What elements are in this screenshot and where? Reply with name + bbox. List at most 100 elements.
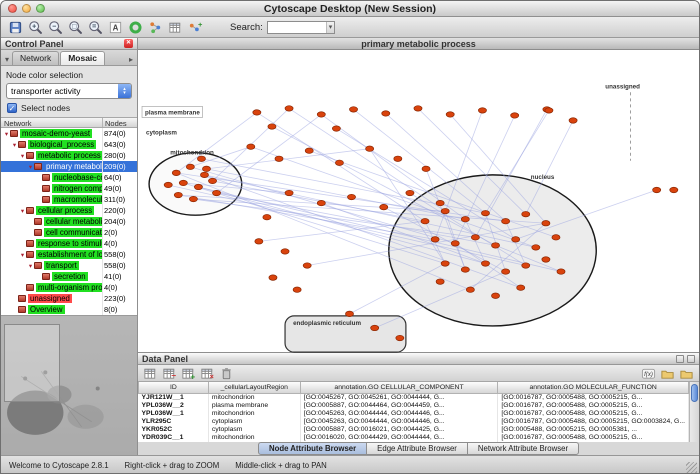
search-dropdown-icon[interactable]: ▾: [326, 22, 335, 33]
network-node[interactable]: [511, 113, 519, 118]
network-node[interactable]: [371, 325, 379, 330]
table-cell[interactable]: [GO:0045263, GO:0044444, GO:0044446, G..…: [300, 410, 498, 418]
table-row[interactable]: YDR039C__1mitochondrion[GO:0016020, GO:0…: [139, 434, 689, 442]
table-cell[interactable]: mitochondrion: [208, 434, 300, 442]
network-node[interactable]: [414, 106, 422, 111]
table-cell[interactable]: [GO:0045267, GO:0045261, GO:0044444, G..…: [300, 393, 498, 402]
network-node[interactable]: [436, 279, 444, 284]
window-titlebar[interactable]: Cytoscape Desktop (New Session): [1, 1, 699, 17]
mosaic-icon[interactable]: [127, 19, 144, 36]
minimize-window-button[interactable]: [22, 4, 31, 13]
network-node[interactable]: [670, 187, 678, 192]
network-view-title[interactable]: primary metabolic process: [138, 38, 699, 50]
network-node[interactable]: [347, 194, 355, 199]
control-panel-close-icon[interactable]: ✕: [124, 39, 133, 48]
network-node[interactable]: [317, 112, 325, 117]
network-node[interactable]: [202, 166, 210, 171]
tab-menu-icon[interactable]: ▾: [3, 54, 11, 65]
tree-header-nodes[interactable]: Nodes: [103, 118, 137, 127]
network-node[interactable]: [200, 172, 208, 177]
import-network-icon[interactable]: [147, 19, 164, 36]
tab-mosaic[interactable]: Mosaic: [60, 51, 105, 65]
zoom-window-button[interactable]: [36, 4, 45, 13]
network-node[interactable]: [492, 293, 500, 298]
network-node[interactable]: [209, 178, 217, 183]
network-node[interactable]: [517, 285, 525, 290]
tree-item[interactable]: ▾establishment of locali558(0): [1, 249, 137, 260]
create-attribute-icon[interactable]: +: [180, 365, 197, 382]
zoom-selected-region-icon[interactable]: □: [67, 19, 84, 36]
export-attributes-icon[interactable]: [678, 365, 695, 382]
network-node[interactable]: [174, 192, 182, 197]
table-cell[interactable]: [GO:0045263, GO:0044444, GO:0044446, G..…: [300, 418, 498, 426]
network-node[interactable]: [285, 190, 293, 195]
network-node[interactable]: [431, 237, 439, 242]
network-node[interactable]: [502, 218, 510, 223]
network-node[interactable]: [466, 287, 474, 292]
network-node[interactable]: [422, 166, 430, 171]
table-cell[interactable]: mitochondrion: [208, 393, 300, 402]
region-nucleus[interactable]: [389, 175, 596, 326]
table-row[interactable]: YPL036W__1mitochondrion[GO:0045263, GO:0…: [139, 410, 689, 418]
table-row[interactable]: YKR052Ccytoplasm[GO:0005887, GO:0016021,…: [139, 426, 689, 434]
tree-header-network[interactable]: Network: [1, 118, 103, 127]
network-node[interactable]: [281, 249, 289, 254]
network-node[interactable]: [569, 118, 577, 123]
column-header[interactable]: annotation.GO CELLULAR_COMPONENT: [300, 382, 498, 393]
column-header[interactable]: ID: [139, 382, 209, 393]
network-node[interactable]: [263, 214, 271, 219]
table-cell[interactable]: [GO:0016787, GO:0005488, GO:0005215, G..…: [498, 393, 689, 402]
expand-toggle-icon[interactable]: ▾: [19, 207, 26, 215]
network-node[interactable]: [522, 263, 530, 268]
network-node[interactable]: [255, 239, 263, 244]
network-node[interactable]: [285, 106, 293, 111]
birds-eye-overview[interactable]: [1, 315, 137, 455]
network-node[interactable]: [303, 263, 311, 268]
zoom-out-icon[interactable]: −: [47, 19, 64, 36]
network-node[interactable]: [441, 208, 449, 213]
table-cell[interactable]: [GO:0016787, GO:0005488, GO:0005215, GO:…: [498, 418, 689, 426]
table-cell[interactable]: cytoplasm: [208, 426, 300, 434]
table-cell[interactable]: YDR039C__1: [139, 434, 209, 442]
table-scrollbar-thumb[interactable]: [691, 384, 698, 402]
tab-edge-attribute-browser[interactable]: Edge Attribute Browser: [366, 442, 468, 455]
tab-network-attribute-browser[interactable]: Network Attribute Browser: [467, 442, 579, 455]
network-canvas[interactable]: plasma membranecytoplasmmitochondrionnuc…: [138, 50, 699, 352]
network-node[interactable]: [396, 335, 404, 340]
annotation-icon[interactable]: A: [107, 19, 124, 36]
table-row[interactable]: YLR295Ccytoplasm[GO:0045263, GO:0044444,…: [139, 418, 689, 426]
table-cell[interactable]: [GO:0016787, GO:0005488, GO:0005215, G..…: [498, 402, 689, 410]
zoom-in-icon[interactable]: +: [27, 19, 44, 36]
network-node[interactable]: [305, 148, 313, 153]
table-cell[interactable]: [GO:0005887, GO:0044464, GO:0044459, G..…: [300, 402, 498, 410]
network-node[interactable]: [542, 221, 550, 226]
network-node[interactable]: [382, 111, 390, 116]
network-node[interactable]: [492, 243, 500, 248]
network-node[interactable]: [446, 112, 454, 117]
network-node[interactable]: [421, 218, 429, 223]
float-panel-icon[interactable]: [676, 355, 684, 363]
color-attribute-dropdown[interactable]: transporter activity ▴▾: [6, 83, 132, 99]
table-row[interactable]: YPL036W__2plasma membrane[GO:0005887, GO…: [139, 402, 689, 410]
network-node[interactable]: [394, 156, 402, 161]
network-node[interactable]: [478, 108, 486, 113]
network-node[interactable]: [406, 190, 414, 195]
column-header[interactable]: _cellularLayoutRegion: [208, 382, 300, 393]
network-node[interactable]: [532, 245, 540, 250]
search-input[interactable]: [268, 22, 326, 33]
network-node[interactable]: [481, 210, 489, 215]
expand-toggle-icon[interactable]: ▾: [19, 152, 26, 160]
network-node[interactable]: [522, 211, 530, 216]
tree-item[interactable]: multi-organism process4(0): [1, 282, 137, 293]
tree-item[interactable]: ▾cellular process220(0): [1, 205, 137, 216]
network-node[interactable]: [189, 196, 197, 201]
overview-viewport[interactable]: [4, 324, 60, 402]
tree-item[interactable]: ▾transport558(0): [1, 260, 137, 271]
tree-item[interactable]: ▾primary metabolic proce209(0): [1, 161, 137, 172]
network-node[interactable]: [275, 156, 283, 161]
network-node[interactable]: [179, 180, 187, 185]
tab-node-attribute-browser[interactable]: Node Attribute Browser: [258, 442, 367, 455]
tree-item[interactable]: secretion41(0): [1, 271, 137, 282]
save-session-icon[interactable]: [7, 19, 24, 36]
network-node[interactable]: [545, 108, 553, 113]
